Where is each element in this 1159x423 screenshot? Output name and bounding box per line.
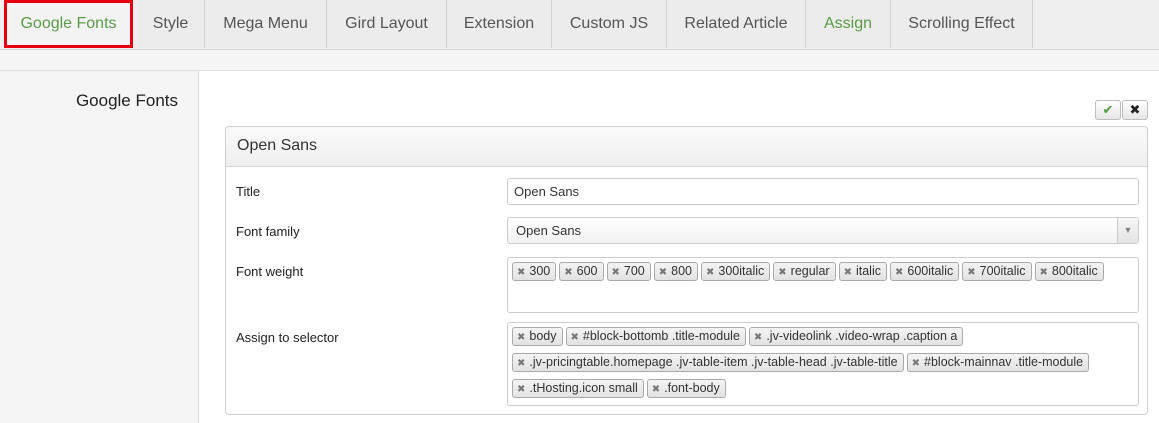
- tag-label: 800italic: [1051, 264, 1098, 278]
- tag: ✖ 700italic: [962, 262, 1032, 281]
- save-button[interactable]: ✔: [1095, 100, 1121, 120]
- tab-custom-js[interactable]: Custom JS: [552, 0, 667, 48]
- tag: ✖ 800italic: [1034, 262, 1104, 281]
- tag-label: 600: [576, 264, 598, 278]
- tag: ✖ .tHosting.icon small: [512, 379, 644, 398]
- font-panel: Open Sans Title Open Sans Font family Op…: [225, 126, 1148, 415]
- tag: ✖ .jv-videolink .video-wrap .caption a: [748, 327, 964, 346]
- tab-gird-layout[interactable]: Gird Layout: [327, 0, 447, 48]
- font-weight-label: Font weight: [236, 264, 304, 279]
- tag: ✖ .jv-pricingtable.homepage .jv-table-ite…: [512, 353, 904, 372]
- assign-selector-tags[interactable]: ✖ body ✖ #block-bottomb .title-module ✖ .jv-v…: [507, 322, 1139, 406]
- remove-tag-icon[interactable]: ✖: [844, 264, 852, 281]
- tab-google-fonts[interactable]: Google Fonts: [4, 0, 133, 48]
- panel-title: Open Sans: [226, 127, 1147, 167]
- tag: ✖ 600italic: [889, 262, 960, 281]
- tag: ✖ 300italic: [701, 262, 771, 281]
- tag: ✖ body: [512, 327, 563, 346]
- remove-tag-icon[interactable]: ✖: [659, 264, 667, 281]
- tag-label: regular: [790, 264, 830, 278]
- tag-label: #block-bottomb .title-module: [582, 329, 740, 343]
- tag-label: 700: [623, 264, 645, 278]
- tag: ✖ 700: [606, 262, 651, 281]
- font-family-value: Open Sans: [516, 223, 582, 238]
- tag-label: 300italic: [718, 264, 765, 278]
- remove-tag-icon[interactable]: ✖: [564, 264, 572, 281]
- tag-label: .jv-videolink .video-wrap .caption a: [766, 329, 958, 343]
- remove-tag-icon[interactable]: ✖: [517, 355, 525, 372]
- tag: ✖ regular: [773, 262, 836, 281]
- section-label-column: Google Fonts: [0, 71, 199, 423]
- tag-label: 700italic: [979, 264, 1026, 278]
- remove-tag-icon[interactable]: ✖: [706, 264, 714, 281]
- tag: ✖ 800: [653, 262, 698, 281]
- remove-tag-icon[interactable]: ✖: [517, 264, 525, 281]
- check-icon: ✔: [1102, 102, 1114, 117]
- tab-scrolling-effect[interactable]: Scrolling Effect: [891, 0, 1033, 48]
- remove-tag-icon[interactable]: ✖: [517, 381, 525, 398]
- chevron-down-icon[interactable]: ▼: [1117, 218, 1138, 243]
- remove-tag-icon[interactable]: ✖: [612, 264, 620, 281]
- font-weight-tags[interactable]: ✖ 300 ✖ 600 ✖ 700 ✖ 800 ✖ 300italic ✖ regular ✖ itali…: [507, 257, 1139, 313]
- tab-bar: Google Fonts Style Mega Menu Gird Layout…: [0, 0, 1159, 50]
- tag-label: .tHosting.icon small: [529, 381, 638, 395]
- tag-label: #block-mainnav .title-module: [924, 355, 1084, 369]
- font-family-select[interactable]: Open Sans ▼: [507, 217, 1139, 244]
- remove-tag-icon[interactable]: ✖: [912, 355, 920, 372]
- remove-tag-icon[interactable]: ✖: [778, 264, 786, 281]
- title-label: Title: [236, 184, 261, 199]
- tag: ✖ 600: [559, 262, 604, 281]
- tag: ✖ #block-mainnav .title-module: [906, 353, 1090, 372]
- tag: ✖ .font-body: [646, 379, 726, 398]
- tag-label: italic: [855, 264, 881, 278]
- remove-tag-icon[interactable]: ✖: [652, 381, 660, 398]
- close-icon: ✖: [1129, 102, 1141, 117]
- remove-tag-icon[interactable]: ✖: [571, 329, 579, 346]
- remove-tag-icon[interactable]: ✖: [967, 264, 975, 281]
- remove-tag-icon[interactable]: ✖: [517, 329, 525, 346]
- section-label: Google Fonts: [75, 91, 178, 110]
- remove-tag-icon[interactable]: ✖: [754, 329, 762, 346]
- font-family-label: Font family: [236, 224, 300, 239]
- remove-tag-icon[interactable]: ✖: [1040, 264, 1048, 281]
- remove-tag-icon[interactable]: ✖: [895, 264, 903, 281]
- tag: ✖ #block-bottomb .title-module: [565, 327, 746, 346]
- tag-label: body: [529, 329, 557, 343]
- tab-assign[interactable]: Assign: [806, 0, 891, 48]
- assign-selector-label: Assign to selector: [236, 330, 339, 345]
- cancel-button[interactable]: ✖: [1122, 100, 1148, 120]
- tag-label: 300: [529, 264, 551, 278]
- tag-label: .font-body: [664, 381, 720, 395]
- tag-label: 800: [671, 264, 692, 278]
- tab-mega-menu[interactable]: Mega Menu: [205, 0, 327, 48]
- tag: ✖ italic: [838, 262, 887, 281]
- tab-style[interactable]: Style: [137, 0, 205, 48]
- title-input[interactable]: Open Sans: [507, 178, 1139, 205]
- tab-extension[interactable]: Extension: [447, 0, 552, 48]
- tag: ✖ 300: [512, 262, 557, 281]
- tag-label: 600italic: [907, 264, 954, 278]
- tag-label: .jv-pricingtable.homepage .jv-table-item…: [529, 355, 898, 369]
- tab-related-article[interactable]: Related Article: [667, 0, 806, 48]
